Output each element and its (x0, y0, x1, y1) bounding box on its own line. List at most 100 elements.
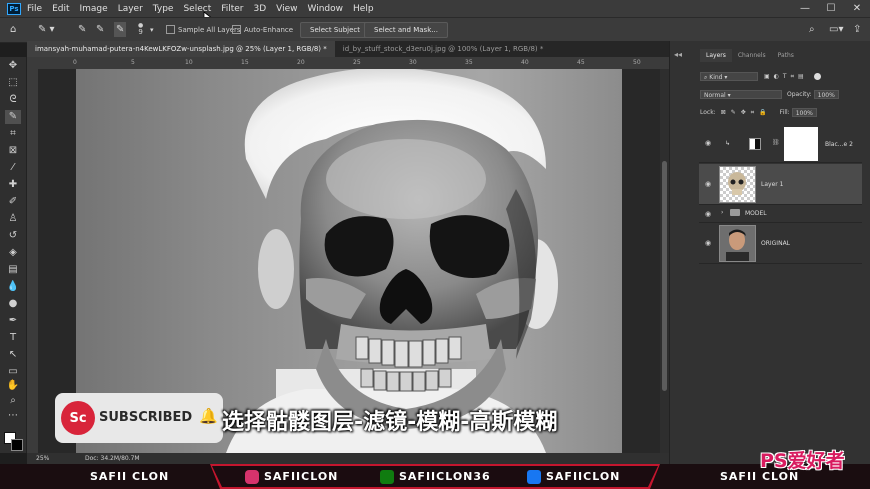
ruler-tick-label: 20 (297, 59, 305, 66)
lock-label: Lock: (700, 109, 716, 116)
eraser-tool-icon[interactable]: ◈ (5, 246, 21, 260)
more-tools-icon[interactable]: ⋯ (5, 409, 21, 423)
subscribe-badge[interactable]: Sc SUBSCRIBED 🔔 (55, 393, 223, 443)
blur-tool-icon[interactable]: 💧 (5, 280, 21, 294)
add-to-selection-icon[interactable]: ✎ (96, 22, 104, 37)
layer-row-original[interactable]: ◉ ORIGINAL (699, 223, 862, 264)
clone-stamp-tool-icon[interactable]: ♙ (5, 212, 21, 226)
lock-row: Lock: ⊠✎✥⌗🔒 Fill: 100% (700, 108, 817, 117)
brush-picker-chevron-icon[interactable]: ▾ (150, 22, 154, 37)
banner-facebook[interactable]: SAFIICLON (527, 464, 620, 489)
layer-row-model-group[interactable]: ◉ › MODEL (699, 205, 862, 223)
tab-imansyah-document[interactable]: imansyah-muhamad-putera-n4KewLKFOZw-unsp… (27, 41, 335, 57)
ruler-tick-label: 35 (465, 59, 473, 66)
menu-edit[interactable]: Edit (52, 4, 69, 14)
select-subject-button[interactable]: Select Subject (300, 21, 370, 38)
layer-row-layer-1[interactable]: ◉ Layer 1 (699, 164, 862, 205)
frame-tool-icon[interactable]: ⊠ (5, 144, 21, 158)
visibility-eye-icon[interactable]: ◉ (705, 239, 711, 247)
hand-tool-icon[interactable]: ✋ (5, 379, 21, 393)
layer-row-adjustment[interactable]: ◉ ↳ ⛓ Blac...e 2 (699, 126, 862, 163)
rectangle-tool-icon[interactable]: ▭ (5, 365, 21, 379)
ruler-tick-label: 10 (185, 59, 193, 66)
dodge-tool-icon[interactable]: ● (5, 297, 21, 311)
auto-enhance-checkbox[interactable]: Auto-Enhance (232, 22, 293, 37)
expand-arrow-icon[interactable]: › (721, 209, 723, 216)
filter-toggle-icon[interactable] (813, 73, 821, 80)
crop-tool-icon[interactable]: ⌗ (5, 127, 21, 141)
new-selection-icon[interactable]: ✎ (78, 22, 86, 37)
pen-tool-icon[interactable]: ✒ (5, 314, 21, 328)
auto-enhance-label: Auto-Enhance (244, 25, 294, 34)
share-icon[interactable]: ⇪ (853, 22, 861, 37)
marquee-tool-icon[interactable]: ⬚ (5, 76, 21, 90)
portrait-thumbnail-icon (726, 229, 749, 261)
menu-type[interactable]: Type (153, 4, 174, 14)
brush-size-picker[interactable]: ● 9 (138, 22, 143, 37)
menu-layer[interactable]: Layer (118, 4, 143, 14)
select-and-mask-button[interactable]: Select and Mask... (364, 21, 448, 38)
menu-view[interactable]: View (276, 4, 297, 14)
tab-paths[interactable]: Paths (772, 49, 800, 62)
visibility-eye-icon[interactable]: ◉ (705, 180, 711, 188)
history-brush-tool-icon[interactable]: ↺ (5, 229, 21, 243)
facebook-icon (527, 469, 541, 484)
tools-panel: ✥ ⬚ ᘓ ✎ ⌗ ⊠ ⁄ ✚ ✐ ♙ ↺ ◈ ▤ 💧 ● ✒ T ↖ ▭ ✋ … (0, 57, 27, 453)
blend-mode-dropdown[interactable]: Normal ▾ (700, 90, 782, 99)
tool-preset-picker[interactable]: ✎ ▾ (38, 22, 55, 37)
subscribed-label: SUBSCRIBED (99, 410, 193, 425)
vertical-scrollbar[interactable] (660, 69, 669, 453)
menu-image[interactable]: Image (80, 4, 108, 14)
black-white-adjustment-icon (749, 138, 761, 150)
scrollbar-thumb[interactable] (662, 161, 667, 391)
fill-field[interactable]: 100% (791, 108, 817, 117)
zoom-level[interactable]: 25% (36, 455, 49, 462)
minimize-button[interactable]: — (792, 0, 818, 17)
visibility-eye-icon[interactable]: ◉ (705, 210, 711, 218)
instagram-handle: SAFIICLON (264, 470, 339, 483)
xbox-handle: SAFIICLON36 (399, 470, 491, 483)
home-icon[interactable]: ⌂ (10, 22, 16, 37)
filter-icons[interactable]: ▣◐T⌗▤ (764, 73, 808, 81)
banner-xbox[interactable]: SAFIICLON36 (380, 464, 491, 489)
menu-3d[interactable]: 3D (254, 4, 267, 14)
maximize-button[interactable]: ☐ (818, 0, 844, 17)
lock-icons[interactable]: ⊠✎✥⌗🔒 (721, 109, 772, 117)
close-button[interactable]: ✕ (844, 0, 870, 17)
banner-instagram[interactable]: SAFIICLON (245, 464, 338, 489)
move-tool-icon[interactable]: ✥ (5, 59, 21, 73)
brush-tool-icon[interactable]: ✐ (5, 195, 21, 209)
zoom-tool-icon[interactable]: ⌕ (5, 394, 21, 408)
menu-window[interactable]: Window (308, 4, 344, 14)
background-color-swatch[interactable] (11, 439, 23, 451)
layer-name: Layer 1 (761, 181, 784, 188)
panel-collapse-strip: ◂◂ (674, 50, 683, 59)
ruler-tick-label: 45 (577, 59, 585, 66)
status-bar: 25% Doc: 34.2M/80.7M (27, 453, 669, 464)
menu-bar: Ps File Edit Image Layer Type Select Fil… (0, 0, 870, 25)
opacity-field[interactable]: 100% (813, 90, 839, 99)
menu-filter[interactable]: Filter (221, 4, 243, 14)
subtract-selection-icon[interactable]: ✎ (114, 22, 127, 37)
lasso-tool-icon[interactable]: ᘓ (5, 93, 21, 107)
tab-channels[interactable]: Channels (732, 49, 772, 62)
menu-help[interactable]: Help (353, 4, 374, 14)
menu-file[interactable]: File (27, 4, 42, 14)
gradient-tool-icon[interactable]: ▤ (5, 263, 21, 277)
link-chain-icon: ⛓ (772, 139, 780, 146)
quick-selection-tool-icon[interactable]: ✎ (5, 110, 21, 124)
healing-brush-tool-icon[interactable]: ✚ (5, 178, 21, 192)
path-selection-tool-icon[interactable]: ↖ (5, 348, 21, 362)
kind-filter-dropdown[interactable]: ⌕ Kind ▾ (700, 72, 758, 81)
ruler-tick-label: 25 (353, 59, 361, 66)
type-tool-icon[interactable]: T (5, 331, 21, 345)
sample-all-layers-checkbox[interactable]: Sample All Layers (166, 22, 241, 37)
search-icon[interactable]: ⌕ (809, 22, 815, 37)
eyedropper-tool-icon[interactable]: ⁄ (5, 161, 21, 175)
ruler-tick-label: 5 (131, 59, 135, 66)
tab-stuff-stock-document[interactable]: id_by_stuff_stock_d3eru0j.jpg @ 100% (La… (335, 41, 552, 57)
workspace-icon[interactable]: ▭▾ (829, 22, 843, 37)
skull-thumbnail-icon (728, 172, 746, 195)
visibility-eye-icon[interactable]: ◉ (705, 139, 711, 147)
tab-layers[interactable]: Layers (700, 49, 732, 62)
